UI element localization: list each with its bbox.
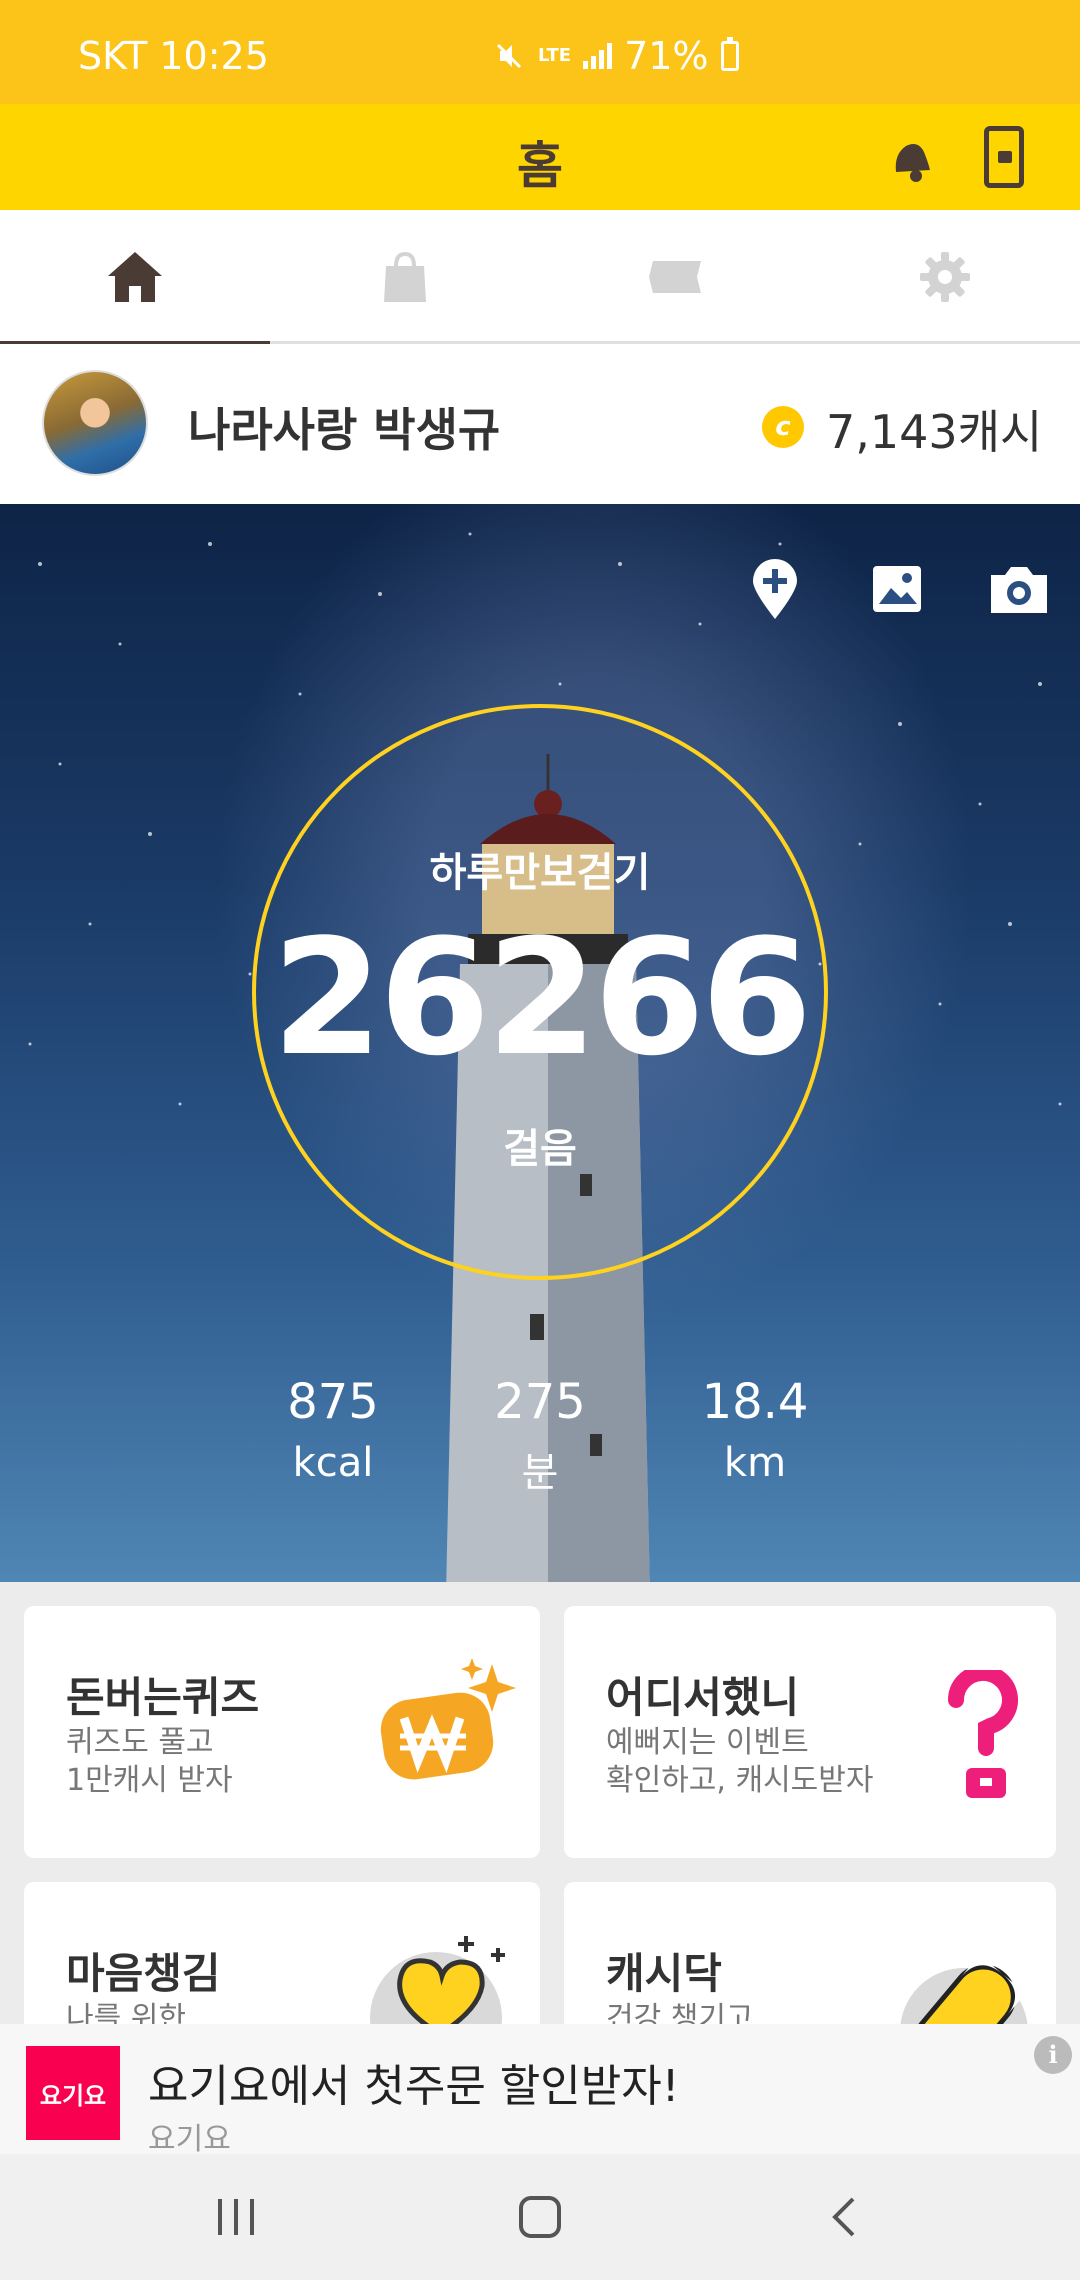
gallery-button[interactable] bbox=[856, 554, 938, 624]
back-button[interactable] bbox=[784, 2184, 904, 2250]
step-counter-hero: 하루만보걷기 26266 걸음 875 kcal 275 분 18.4 km bbox=[0, 504, 1080, 1582]
username: 나라사랑 박생규 bbox=[188, 403, 501, 457]
mute-icon bbox=[496, 43, 522, 69]
card-title: 캐시닥 bbox=[606, 1949, 722, 1998]
tab-bar bbox=[0, 210, 1080, 347]
network-type: LTE bbox=[538, 45, 572, 66]
stat-value: 275 bbox=[494, 1374, 586, 1430]
ad-info-icon[interactable]: i bbox=[1034, 2036, 1072, 2074]
stat-value: 875 bbox=[287, 1374, 379, 1430]
system-indicators: LTE 71% bbox=[492, 34, 739, 78]
won-sparkle-icon bbox=[380, 1658, 516, 1780]
card-where-did-you[interactable]: 어디서했니 예뻐지는 이벤트 확인하고, 캐시도받자 bbox=[564, 1606, 1056, 1858]
tab-settings[interactable] bbox=[810, 210, 1080, 344]
steps-count: 26266 bbox=[271, 904, 813, 1091]
tab-ticket[interactable] bbox=[540, 210, 810, 344]
add-location-button[interactable] bbox=[734, 554, 816, 624]
stat-unit: kcal bbox=[292, 1440, 374, 1486]
recent-apps-button[interactable] bbox=[176, 2184, 296, 2250]
shopping-bag-icon bbox=[384, 251, 426, 302]
hero-actions bbox=[734, 554, 1060, 624]
tab-home[interactable] bbox=[0, 210, 270, 347]
app-header: 홈 bbox=[0, 104, 1080, 210]
steps-label: 하루만보걷기 bbox=[429, 850, 651, 896]
add-location-icon bbox=[753, 559, 797, 619]
home-nav-button[interactable] bbox=[480, 2184, 600, 2250]
profile-row[interactable]: 나라사랑 박생규 c 7,143캐시 bbox=[0, 344, 1080, 504]
gallery-icon bbox=[873, 566, 921, 612]
bell-icon[interactable] bbox=[886, 134, 934, 184]
tab-shop[interactable] bbox=[270, 210, 540, 344]
ad-title[interactable]: 요기요에서 첫주문 할인받자! bbox=[148, 2050, 679, 2114]
cash-coin-icon: c bbox=[762, 406, 804, 448]
carrier-time: SKT 10:25 bbox=[78, 34, 269, 78]
stat-unit: 분 bbox=[521, 1450, 559, 1496]
stat-unit: km bbox=[723, 1440, 787, 1486]
stat-distance: 18.4 km bbox=[655, 1374, 855, 1486]
ad-logo[interactable]: 요기요 bbox=[26, 2046, 120, 2140]
card-money-quiz[interactable]: 돈버는퀴즈 퀴즈도 풀고 1만캐시 받자 bbox=[24, 1606, 540, 1858]
gear-icon bbox=[920, 252, 970, 302]
ticket-icon bbox=[649, 261, 701, 293]
card-title: 마음챙김 bbox=[66, 1949, 221, 1998]
card-subtitle-line: 1만캐시 받자 bbox=[66, 1763, 233, 1798]
card-title: 돈버는퀴즈 bbox=[66, 1673, 260, 1722]
home-icon bbox=[108, 252, 162, 302]
card-subtitle: 퀴즈도 풀고 1만캐시 받자 bbox=[66, 1724, 233, 1800]
card-subtitle-line: 예뻐지는 이벤트 bbox=[606, 1725, 809, 1760]
status-bar: SKT 10:25 LTE 71% bbox=[0, 0, 1080, 104]
stat-calories: 875 kcal bbox=[233, 1374, 433, 1486]
ad-banner[interactable]: 요기요 요기요에서 첫주문 할인받자! 요기요 i bbox=[0, 2024, 1080, 2157]
card-subtitle-line: 퀴즈도 풀고 bbox=[66, 1725, 214, 1760]
battery-icon bbox=[720, 37, 739, 71]
stat-value: 18.4 bbox=[701, 1374, 809, 1430]
steps-unit: 걸음 bbox=[503, 1126, 577, 1172]
battery-percent: 71% bbox=[624, 34, 709, 78]
stat-minutes: 275 분 bbox=[440, 1374, 640, 1498]
card-title: 어디서했니 bbox=[606, 1673, 800, 1722]
camera-icon bbox=[991, 567, 1047, 613]
lock-phone-icon[interactable] bbox=[984, 126, 1024, 188]
card-subtitle-line: 확인하고, 캐시도받자 bbox=[606, 1763, 874, 1798]
camera-button[interactable] bbox=[978, 554, 1060, 624]
card-subtitle: 예뻐지는 이벤트 확인하고, 캐시도받자 bbox=[606, 1724, 873, 1800]
ad-sponsor: 요기요 bbox=[148, 2122, 231, 2157]
cash-amount[interactable]: 7,143캐시 bbox=[826, 396, 1042, 462]
recent-apps-icon bbox=[218, 2199, 254, 2235]
signal-icon bbox=[583, 43, 613, 69]
question-mark-icon bbox=[947, 1670, 1018, 1798]
home-square-icon bbox=[519, 2196, 561, 2238]
back-chevron-icon bbox=[832, 2197, 855, 2237]
system-navigation-bar bbox=[0, 2154, 1080, 2280]
avatar[interactable] bbox=[42, 370, 148, 476]
